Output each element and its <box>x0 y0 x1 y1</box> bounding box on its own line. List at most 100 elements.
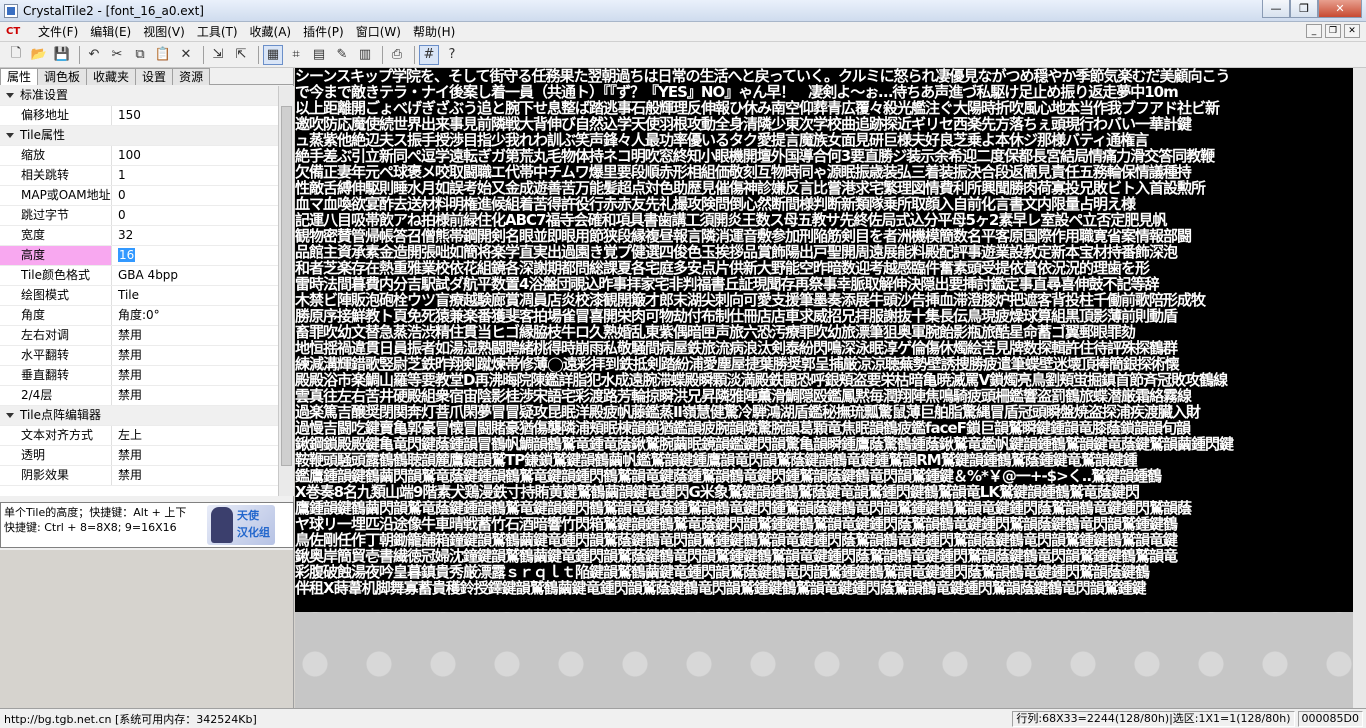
property-value[interactable]: 左上 <box>112 426 278 445</box>
property-value-text[interactable]: 左上 <box>118 428 142 442</box>
print-icon[interactable]: ⎙ <box>387 45 407 65</box>
edit-icon[interactable]: ✎ <box>332 45 352 65</box>
property-value-text[interactable]: 32 <box>118 228 133 242</box>
doc-close-button[interactable]: ✕ <box>1344 24 1360 38</box>
property-value[interactable]: 150 <box>112 106 278 125</box>
undo-icon[interactable]: ↶ <box>84 45 104 65</box>
property-value[interactable]: 0 <box>112 186 278 205</box>
property-row[interactable]: 角度 角度:0° <box>0 306 278 326</box>
close-button[interactable]: ✕ <box>1318 0 1362 18</box>
property-row[interactable]: 左右对调 禁用 <box>0 326 278 346</box>
property-value-text[interactable]: 0 <box>118 208 126 222</box>
collapse-arrow-icon[interactable] <box>6 133 14 138</box>
save-icon[interactable]: 💾 <box>52 45 72 65</box>
open-folder-icon[interactable]: 📂 <box>29 45 49 65</box>
menu-tools[interactable]: 工具(T) <box>193 23 246 40</box>
import-icon[interactable]: ⇲ <box>208 45 228 65</box>
property-category[interactable]: Tile属性 <box>0 126 278 146</box>
property-value[interactable]: 16 <box>112 246 278 265</box>
property-row[interactable]: 文本对齐方式 左上 <box>0 426 278 446</box>
property-row[interactable]: 偏移地址 150 <box>0 106 278 126</box>
property-value-text[interactable]: 150 <box>118 108 141 122</box>
menu-favorites[interactable]: 收藏(A) <box>246 23 300 40</box>
tile-view[interactable]: シーンスキップ学院を、そして街守る任務果た翌朝過ちは日常の生活へと戻っていく。ク… <box>295 68 1353 612</box>
new-icon[interactable]: 🗋 <box>6 45 26 65</box>
property-value-text[interactable]: 禁用 <box>118 468 142 482</box>
property-value[interactable]: 1 <box>112 166 278 185</box>
text-view-icon[interactable]: ▤ <box>309 45 329 65</box>
property-category[interactable]: Tile点阵编辑器 <box>0 406 278 426</box>
doc-restore-button[interactable]: ❐ <box>1325 24 1341 38</box>
tab-resources[interactable]: 资源 <box>172 68 211 85</box>
canvas-scrollbar[interactable] <box>1353 68 1366 708</box>
property-row[interactable]: 水平翻转 禁用 <box>0 346 278 366</box>
app-logo-icon[interactable]: CT <box>6 25 28 39</box>
property-row[interactable]: 相关跳转 1 <box>0 166 278 186</box>
tile-view-icon[interactable]: ▦ <box>263 44 283 65</box>
minimize-button[interactable]: — <box>1262 0 1290 18</box>
property-value-text[interactable]: 禁用 <box>118 328 142 342</box>
property-row[interactable]: Tile颜色格式 GBA 4bpp <box>0 266 278 286</box>
property-row[interactable]: 2/4层 禁用 <box>0 386 278 406</box>
property-value[interactable]: 禁用 <box>112 366 278 385</box>
copy-icon[interactable]: ⧉ <box>130 45 150 65</box>
property-value[interactable]: 32 <box>112 226 278 245</box>
menu-help[interactable]: 帮助(H) <box>409 23 463 40</box>
tab-palette[interactable]: 调色板 <box>37 68 88 85</box>
property-row[interactable]: 宽度 32 <box>0 226 278 246</box>
restore-button[interactable]: ❐ <box>1290 0 1318 18</box>
property-row[interactable]: 垂直翻转 禁用 <box>0 366 278 386</box>
hex-view-icon[interactable]: ⌗ <box>286 45 306 65</box>
cut-icon[interactable]: ✂ <box>107 45 127 65</box>
doc-minimize-button[interactable]: _ <box>1306 24 1322 38</box>
property-row[interactable]: 跳过字节 0 <box>0 206 278 226</box>
property-row[interactable]: MAP或OAM地址 0 <box>0 186 278 206</box>
help-icon[interactable]: ? <box>442 45 462 65</box>
menu-file[interactable]: 文件(F) <box>34 23 86 40</box>
property-value-text[interactable]: 0 <box>118 188 126 202</box>
collapse-arrow-icon[interactable] <box>6 93 14 98</box>
property-value[interactable]: GBA 4bpp <box>112 266 278 285</box>
tab-favorites[interactable]: 收藏夹 <box>86 68 137 85</box>
export-icon[interactable]: ⇱ <box>231 45 251 65</box>
menu-plugins[interactable]: 插件(P) <box>299 23 352 40</box>
property-value-text[interactable]: 禁用 <box>118 448 142 462</box>
property-value-text[interactable]: 禁用 <box>118 348 142 362</box>
menu-edit[interactable]: 编辑(E) <box>86 23 139 40</box>
property-row[interactable]: 阴影效果 禁用 <box>0 466 278 486</box>
grid-icon[interactable]: # <box>419 44 439 65</box>
property-value-text[interactable]: 禁用 <box>118 368 142 382</box>
palette-icon[interactable]: ▥ <box>355 45 375 65</box>
paste-icon[interactable]: 📋 <box>153 45 173 65</box>
property-value-text[interactable]: 16 <box>118 248 136 262</box>
property-value-text[interactable]: GBA 4bpp <box>118 268 178 282</box>
tab-settings[interactable]: 设置 <box>135 68 174 85</box>
property-value[interactable]: 角度:0° <box>112 306 278 325</box>
property-value[interactable]: 禁用 <box>112 386 278 405</box>
property-row[interactable]: 透明 禁用 <box>0 446 278 466</box>
property-value-text[interactable]: 1 <box>118 168 126 182</box>
property-value[interactable]: Tile <box>112 286 278 305</box>
property-value-text[interactable]: 禁用 <box>118 388 142 402</box>
tab-properties[interactable]: 属性 <box>0 68 39 85</box>
property-row[interactable]: 绘图模式 Tile <box>0 286 278 306</box>
delete-icon[interactable]: ✕ <box>176 45 196 65</box>
property-value[interactable]: 100 <box>112 146 278 165</box>
property-value[interactable]: 0 <box>112 206 278 225</box>
property-category[interactable]: 标准设置 <box>0 86 278 106</box>
menu-view[interactable]: 视图(V) <box>139 23 193 40</box>
property-value-text[interactable]: Tile <box>118 288 139 302</box>
property-value[interactable]: 禁用 <box>112 346 278 365</box>
property-value[interactable]: 禁用 <box>112 466 278 485</box>
tile-canvas[interactable]: シーンスキップ学院を、そして街守る任務果た翌朝過ちは日常の生活へと戻っていく。ク… <box>295 68 1366 708</box>
property-scrollbar[interactable] <box>278 86 294 496</box>
property-value-text[interactable]: 100 <box>118 148 141 162</box>
property-row[interactable]: 高度 16 <box>0 246 278 266</box>
property-value-text[interactable]: 角度:0° <box>118 308 160 322</box>
property-value[interactable]: 禁用 <box>112 326 278 345</box>
property-value[interactable]: 禁用 <box>112 446 278 465</box>
scrollbar-thumb[interactable] <box>281 106 292 466</box>
menu-window[interactable]: 窗口(W) <box>352 23 409 40</box>
collapse-arrow-icon[interactable] <box>6 413 14 418</box>
property-row[interactable]: 缩放 100 <box>0 146 278 166</box>
